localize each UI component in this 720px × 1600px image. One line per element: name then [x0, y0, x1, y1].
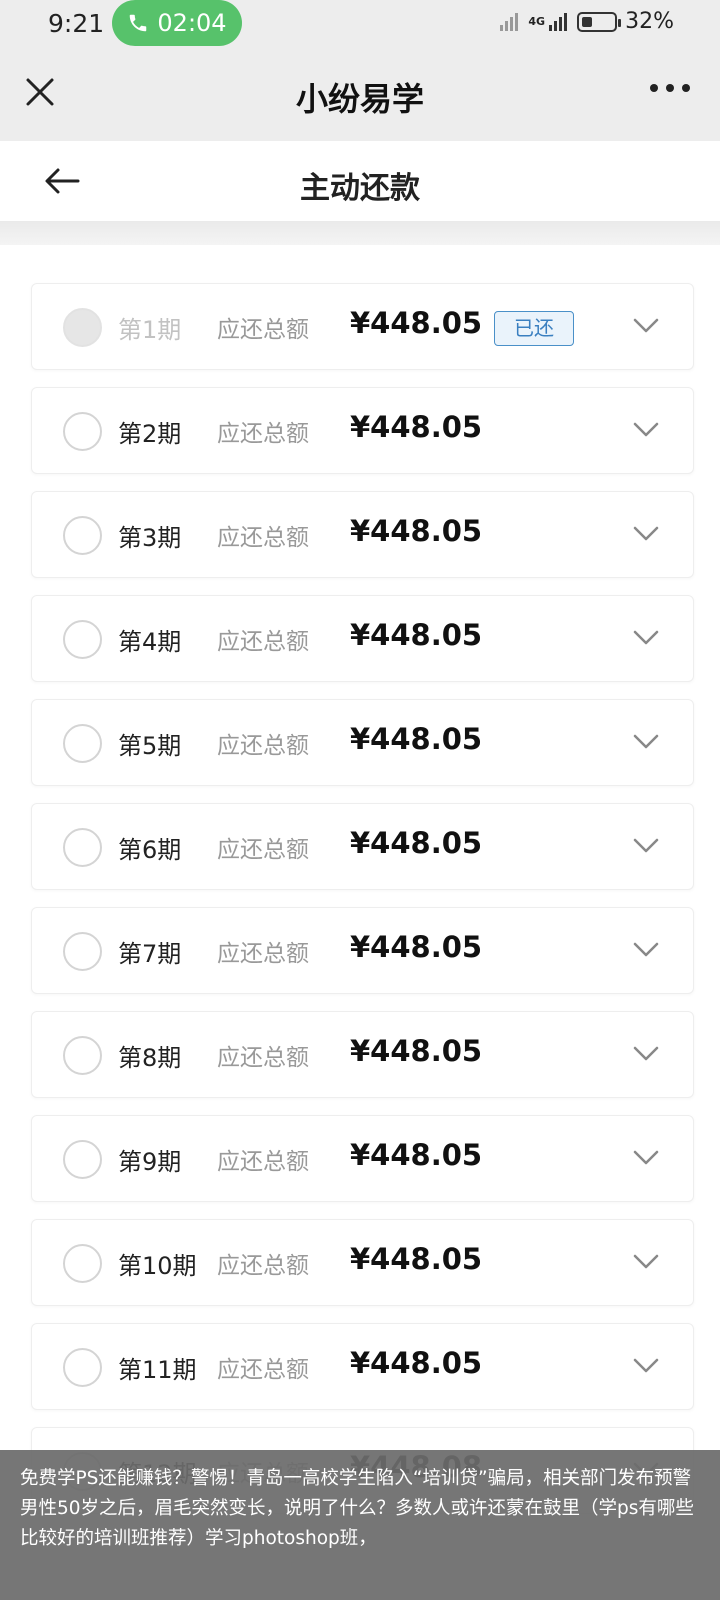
app-bar: 小纷易学	[0, 46, 720, 141]
chevron-down-icon[interactable]	[633, 1357, 659, 1375]
installment-period: 第11期	[118, 1356, 197, 1384]
installment-row[interactable]: 第8期 应还总额 ¥448.05	[31, 1011, 694, 1098]
select-radio[interactable]	[63, 1348, 102, 1387]
installment-row[interactable]: 第7期 应还总额 ¥448.05	[31, 907, 694, 994]
chevron-down-icon[interactable]	[633, 733, 659, 751]
installment-period: 第9期	[118, 1148, 182, 1176]
header-divider	[0, 221, 720, 245]
chevron-down-icon[interactable]	[633, 1045, 659, 1063]
select-radio[interactable]	[63, 724, 102, 763]
chevron-down-icon[interactable]	[633, 1253, 659, 1271]
amount-due-label: 应还总额	[217, 525, 309, 551]
amount-due-value: ¥448.05	[350, 1346, 483, 1380]
caption-text: 免费学PS还能赚钱？警惕！青岛一高校学生陷入“培训贷”骗局，相关部门发布预警男性…	[20, 1468, 694, 1549]
amount-due-label: 应还总额	[217, 1149, 309, 1175]
caption-overlay: 免费学PS还能赚钱？警惕！青岛一高校学生陷入“培训贷”骗局，相关部门发布预警男性…	[0, 1450, 720, 1600]
installment-period: 第8期	[118, 1044, 182, 1072]
more-icon[interactable]	[650, 84, 690, 92]
amount-due-value: ¥448.05	[350, 1242, 483, 1276]
installment-period: 第1期	[118, 316, 182, 344]
amount-due-value: ¥448.05	[350, 930, 483, 964]
page-title: 主动还款	[300, 171, 420, 206]
installment-period: 第6期	[118, 836, 182, 864]
installment-row[interactable]: 第10期 应还总额 ¥448.05	[31, 1219, 694, 1306]
network-label: 4G	[528, 15, 546, 28]
installment-row[interactable]: 第3期 应还总额 ¥448.05	[31, 491, 694, 578]
installment-row[interactable]: 第1期 应还总额 ¥448.05 已还	[31, 283, 694, 370]
select-radio[interactable]	[63, 828, 102, 867]
amount-due-label: 应还总额	[217, 941, 309, 967]
select-radio[interactable]	[63, 1140, 102, 1179]
chevron-down-icon[interactable]	[633, 421, 659, 439]
amount-due-label: 应还总额	[217, 421, 309, 447]
amount-due-value: ¥448.05	[350, 722, 483, 756]
select-radio[interactable]	[63, 412, 102, 451]
call-timer: 02:04	[157, 9, 227, 37]
installment-row[interactable]: 第9期 应还总额 ¥448.05	[31, 1115, 694, 1202]
installment-row[interactable]: 第2期 应还总额 ¥448.05	[31, 387, 694, 474]
select-radio	[63, 308, 102, 347]
installment-row[interactable]: 第5期 应还总额 ¥448.05	[31, 699, 694, 786]
select-radio[interactable]	[63, 932, 102, 971]
status-indicators: 4G 32%	[498, 9, 674, 34]
installment-period: 第4期	[118, 628, 182, 656]
status-bar: 9:21 02:04 4G 32%	[0, 0, 720, 46]
installment-row[interactable]: 第4期 应还总额 ¥448.05	[31, 595, 694, 682]
amount-due-label: 应还总额	[217, 1357, 309, 1383]
amount-due-value: ¥448.05	[350, 410, 483, 444]
amount-due-value: ¥448.05	[350, 618, 483, 652]
paid-status-badge: 已还	[494, 311, 574, 346]
amount-due-label: 应还总额	[217, 733, 309, 759]
app-title: 小纷易学	[295, 80, 424, 118]
installment-period: 第3期	[118, 524, 182, 552]
installment-row[interactable]: 第11期 应还总额 ¥448.05	[31, 1323, 694, 1410]
page-header: 主动还款	[0, 141, 720, 221]
installment-list: 第1期 应还总额 ¥448.05 已还 第2期 应还总额 ¥448.05 第3期 应还总额 ¥44…	[31, 283, 694, 1531]
amount-due-value: ¥448.05	[350, 1034, 483, 1068]
amount-due-label: 应还总额	[217, 837, 309, 863]
call-timer-pill[interactable]: 02:04	[112, 0, 242, 46]
status-time: 9:21	[48, 9, 105, 38]
installment-period: 第5期	[118, 732, 182, 760]
amount-due-label: 应还总额	[217, 1045, 309, 1071]
installment-period: 第10期	[118, 1252, 197, 1280]
chevron-down-icon[interactable]	[633, 837, 659, 855]
installment-row[interactable]: 第6期 应还总额 ¥448.05	[31, 803, 694, 890]
battery-icon	[577, 11, 622, 32]
wifi-off-signal-icon	[498, 11, 520, 33]
installment-period: 第2期	[118, 420, 182, 448]
select-radio[interactable]	[63, 1036, 102, 1075]
battery-level	[582, 16, 593, 27]
chevron-down-icon[interactable]	[633, 525, 659, 543]
chevron-down-icon[interactable]	[633, 941, 659, 959]
chevron-down-icon[interactable]	[633, 629, 659, 647]
amount-due-value: ¥448.05	[350, 514, 483, 548]
phone-icon	[130, 14, 147, 32]
amount-due-value: ¥448.05	[350, 1138, 483, 1172]
chevron-down-icon[interactable]	[633, 1149, 659, 1167]
cellular-signal-icon: 4G	[528, 11, 569, 33]
amount-due-label: 应还总额	[217, 629, 309, 655]
amount-due-label: 应还总额	[217, 1253, 309, 1279]
amount-due-value: ¥448.05	[350, 826, 483, 860]
chevron-down-icon[interactable]	[633, 317, 659, 335]
amount-due-label: 应还总额	[217, 317, 309, 343]
select-radio[interactable]	[63, 620, 102, 659]
installment-period: 第7期	[118, 940, 182, 968]
amount-due-value: ¥448.05	[350, 306, 483, 340]
select-radio[interactable]	[63, 1244, 102, 1283]
select-radio[interactable]	[63, 516, 102, 555]
battery-percent: 32%	[625, 9, 674, 34]
